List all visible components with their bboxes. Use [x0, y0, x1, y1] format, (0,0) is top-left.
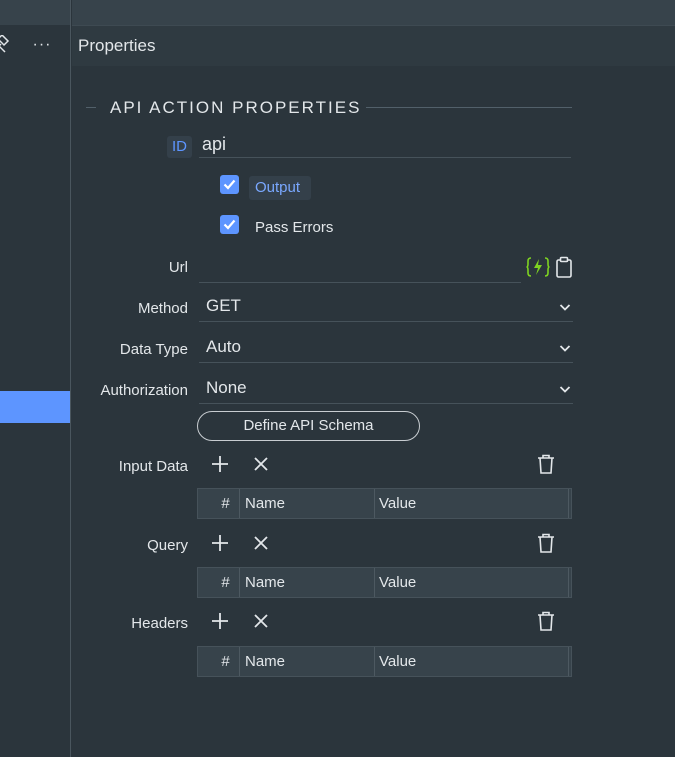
- left-panel: ···: [0, 0, 71, 757]
- trash-icon[interactable]: [535, 532, 557, 554]
- column-header-index: #: [198, 647, 240, 676]
- column-header-value: Value: [375, 568, 569, 597]
- column-header-index: #: [198, 489, 240, 518]
- column-header-name: Name: [240, 568, 375, 597]
- section-divider-left: [86, 107, 96, 108]
- add-icon[interactable]: [209, 532, 231, 554]
- panel-title: Properties: [78, 36, 156, 55]
- column-header-index: #: [198, 568, 240, 597]
- data-type-label: Data Type: [119, 341, 188, 358]
- headers-label: Headers: [131, 615, 188, 632]
- input-data-table-header: # Name Value: [197, 488, 572, 519]
- panel-header: Properties: [72, 25, 675, 66]
- query-table-header: # Name Value: [197, 567, 572, 598]
- method-value: GET: [206, 296, 241, 315]
- check-icon: [223, 179, 236, 190]
- section-header: API ACTION PROPERTIES: [86, 96, 572, 120]
- headers-table-header: # Name Value: [197, 646, 572, 677]
- clipboard-icon[interactable]: [555, 256, 573, 278]
- add-icon[interactable]: [209, 610, 231, 632]
- chevron-down-icon: [559, 304, 571, 311]
- check-icon: [223, 219, 236, 230]
- column-header-value: Value: [375, 647, 569, 676]
- clear-icon[interactable]: [250, 453, 272, 475]
- method-label: Method: [137, 300, 188, 317]
- url-input[interactable]: [199, 255, 521, 283]
- pass-errors-label[interactable]: Pass Errors: [255, 219, 333, 236]
- output-checkbox[interactable]: [220, 175, 239, 194]
- query-label: Query: [147, 537, 188, 554]
- url-label: Url: [168, 259, 188, 276]
- clear-icon[interactable]: [250, 610, 272, 632]
- authorization-value: None: [206, 378, 247, 397]
- clear-icon[interactable]: [250, 532, 272, 554]
- section-title: API ACTION PROPERTIES: [110, 98, 362, 117]
- trash-icon[interactable]: [535, 610, 557, 632]
- authorization-label: Authorization: [100, 382, 188, 399]
- data-type-value: Auto: [206, 337, 241, 356]
- input-data-label: Input Data: [118, 458, 188, 475]
- column-header-name: Name: [240, 647, 375, 676]
- chevron-down-icon: [559, 386, 571, 393]
- more-options-icon[interactable]: ···: [30, 35, 54, 55]
- method-select[interactable]: GET: [199, 294, 573, 322]
- chevron-down-icon: [559, 345, 571, 352]
- id-input[interactable]: api: [199, 131, 571, 158]
- column-header-name: Name: [240, 489, 375, 518]
- pass-errors-checkbox[interactable]: [220, 215, 239, 234]
- url-icon-group: [526, 256, 574, 280]
- dynamic-data-icon[interactable]: [526, 256, 550, 278]
- data-type-select[interactable]: Auto: [199, 335, 573, 363]
- panel-top-band: [72, 0, 675, 25]
- authorization-select[interactable]: None: [199, 376, 573, 404]
- define-api-schema-button[interactable]: Define API Schema: [197, 411, 420, 441]
- section-divider-right: [366, 107, 572, 108]
- trash-icon[interactable]: [535, 453, 557, 475]
- column-header-value: Value: [375, 489, 569, 518]
- add-icon[interactable]: [209, 453, 231, 475]
- app-root: ··· Properties API ACTION PROPERTIES ID …: [0, 0, 675, 757]
- pin-icon[interactable]: [0, 35, 12, 55]
- id-badge: ID: [167, 136, 192, 158]
- output-label[interactable]: Output: [255, 179, 300, 196]
- left-top-band: [0, 0, 70, 25]
